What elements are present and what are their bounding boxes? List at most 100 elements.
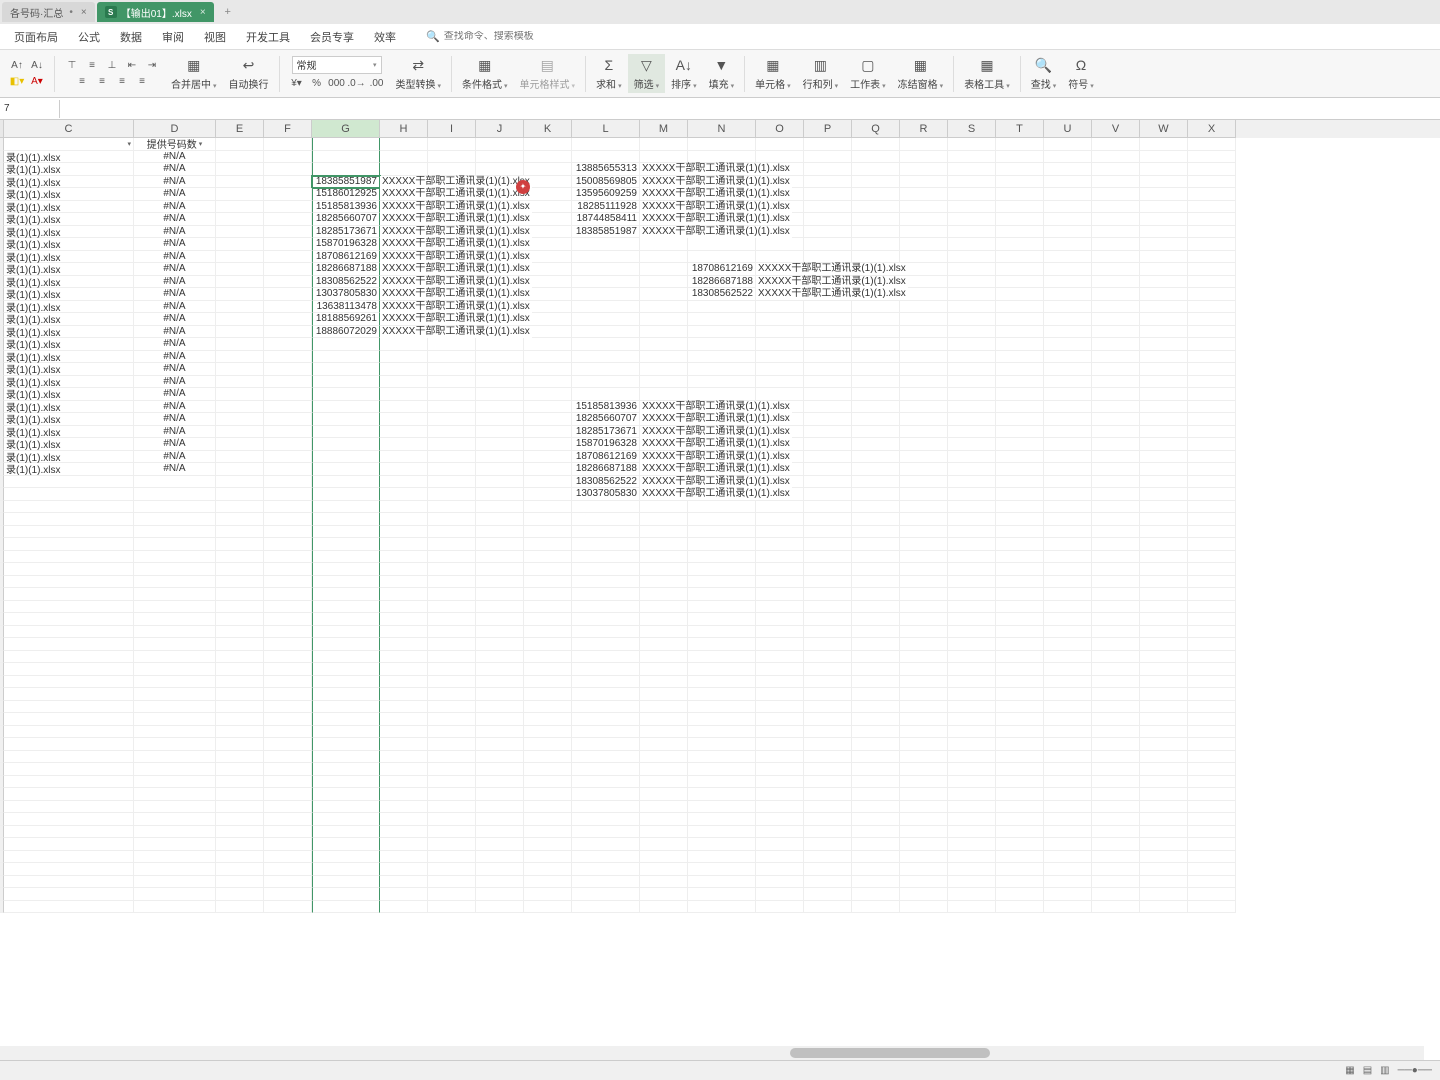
cell-P62[interactable]	[804, 901, 852, 914]
cell-I1[interactable]	[428, 138, 476, 151]
cell-T52[interactable]	[996, 776, 1044, 789]
cell-L26[interactable]: 18708612169	[572, 451, 640, 464]
cell-R57[interactable]	[900, 838, 948, 851]
cell-M40[interactable]	[640, 626, 688, 639]
cell-Q3[interactable]	[852, 163, 900, 176]
cell-T45[interactable]	[996, 688, 1044, 701]
cell-D47[interactable]	[134, 713, 216, 726]
rowcol-button[interactable]: ▥ 行和列▾	[797, 54, 845, 93]
menu-view[interactable]: 视图	[194, 29, 236, 45]
cell-P59[interactable]	[804, 863, 852, 876]
cell-F52[interactable]	[264, 776, 312, 789]
cell-I16[interactable]	[428, 326, 476, 339]
cell-H38[interactable]	[380, 601, 428, 614]
cell-T15[interactable]	[996, 313, 1044, 326]
cell-X29[interactable]	[1188, 488, 1236, 501]
cell-Q56[interactable]	[852, 826, 900, 839]
cell-D45[interactable]	[134, 688, 216, 701]
cell-W21[interactable]	[1140, 388, 1188, 401]
cell-K42[interactable]	[524, 651, 572, 664]
cell-F38[interactable]	[264, 601, 312, 614]
cell-F31[interactable]	[264, 513, 312, 526]
cell-D21[interactable]: #N/A	[134, 388, 216, 401]
cell-G7[interactable]: 18285660707	[312, 213, 380, 226]
cell-N35[interactable]	[688, 563, 756, 576]
cell-X14[interactable]	[1188, 301, 1236, 314]
cell-U5[interactable]	[1044, 188, 1092, 201]
cell-K29[interactable]	[524, 488, 572, 501]
cell-R38[interactable]	[900, 601, 948, 614]
cell-K16[interactable]	[524, 326, 572, 339]
cell-C50[interactable]	[4, 751, 134, 764]
cell-J28[interactable]	[476, 476, 524, 489]
cell-O42[interactable]	[756, 651, 804, 664]
cell-O23[interactable]	[756, 413, 804, 426]
cell-K8[interactable]	[524, 226, 572, 239]
cell-W39[interactable]	[1140, 613, 1188, 626]
cell-N4[interactable]	[688, 176, 756, 189]
type-convert-button[interactable]: ⇄ 类型转换▾	[390, 54, 448, 93]
cell-M12[interactable]	[640, 276, 688, 289]
cell-V44[interactable]	[1092, 676, 1140, 689]
cell-G45[interactable]	[312, 688, 380, 701]
cell-D53[interactable]	[134, 788, 216, 801]
cell-N47[interactable]	[688, 713, 756, 726]
cell-F45[interactable]	[264, 688, 312, 701]
cell-D61[interactable]	[134, 888, 216, 901]
cell-S6[interactable]	[948, 201, 996, 214]
cell-P17[interactable]	[804, 338, 852, 351]
cell-Q21[interactable]	[852, 388, 900, 401]
cell-M34[interactable]	[640, 551, 688, 564]
cell-Q29[interactable]	[852, 488, 900, 501]
cell-V22[interactable]	[1092, 401, 1140, 414]
cell-P50[interactable]	[804, 751, 852, 764]
cell-O18[interactable]	[756, 351, 804, 364]
cell-X23[interactable]	[1188, 413, 1236, 426]
cell-H28[interactable]	[380, 476, 428, 489]
cell-F14[interactable]	[264, 301, 312, 314]
cell-I3[interactable]	[428, 163, 476, 176]
currency-icon[interactable]: ¥▾	[288, 76, 306, 92]
cell-O41[interactable]	[756, 638, 804, 651]
cell-E51[interactable]	[216, 763, 264, 776]
cell-M18[interactable]	[640, 351, 688, 364]
col-header-P[interactable]: P	[804, 120, 852, 138]
cell-N26[interactable]	[688, 451, 756, 464]
cell-M19[interactable]	[640, 363, 688, 376]
cell-R47[interactable]	[900, 713, 948, 726]
col-header-I[interactable]: I	[428, 120, 476, 138]
cell-L23[interactable]: 18285660707	[572, 413, 640, 426]
cell-C52[interactable]	[4, 776, 134, 789]
cell-L11[interactable]	[572, 263, 640, 276]
cell-U11[interactable]	[1044, 263, 1092, 276]
cell-P25[interactable]	[804, 438, 852, 451]
cell-X43[interactable]	[1188, 663, 1236, 676]
cell-Q44[interactable]	[852, 676, 900, 689]
cell-D41[interactable]	[134, 638, 216, 651]
cell-Q2[interactable]	[852, 151, 900, 164]
cell-R49[interactable]	[900, 738, 948, 751]
cell-U18[interactable]	[1044, 351, 1092, 364]
cell-I40[interactable]	[428, 626, 476, 639]
cell-L17[interactable]	[572, 338, 640, 351]
cell-L47[interactable]	[572, 713, 640, 726]
cell-L22[interactable]: 15185813936	[572, 401, 640, 414]
cell-P39[interactable]	[804, 613, 852, 626]
symbol-button[interactable]: Ω 符号▾	[1062, 54, 1100, 93]
cell-J3[interactable]	[476, 163, 524, 176]
cell-W1[interactable]	[1140, 138, 1188, 151]
cell-L57[interactable]	[572, 838, 640, 851]
cell-X44[interactable]	[1188, 676, 1236, 689]
cell-H47[interactable]	[380, 713, 428, 726]
cell-K21[interactable]	[524, 388, 572, 401]
cell-I26[interactable]	[428, 451, 476, 464]
cell-H7[interactable]	[380, 213, 428, 226]
cell-D51[interactable]	[134, 763, 216, 776]
cell-O62[interactable]	[756, 901, 804, 914]
cell-T4[interactable]	[996, 176, 1044, 189]
cell-J56[interactable]	[476, 826, 524, 839]
cell-G24[interactable]	[312, 426, 380, 439]
cell-J24[interactable]	[476, 426, 524, 439]
cell-K33[interactable]	[524, 538, 572, 551]
spreadsheet-grid[interactable]: CDEFGHIJKLMNOPQRSTUVWX ▾提供号码数▾录(1)(1).xl…	[0, 120, 1440, 1060]
